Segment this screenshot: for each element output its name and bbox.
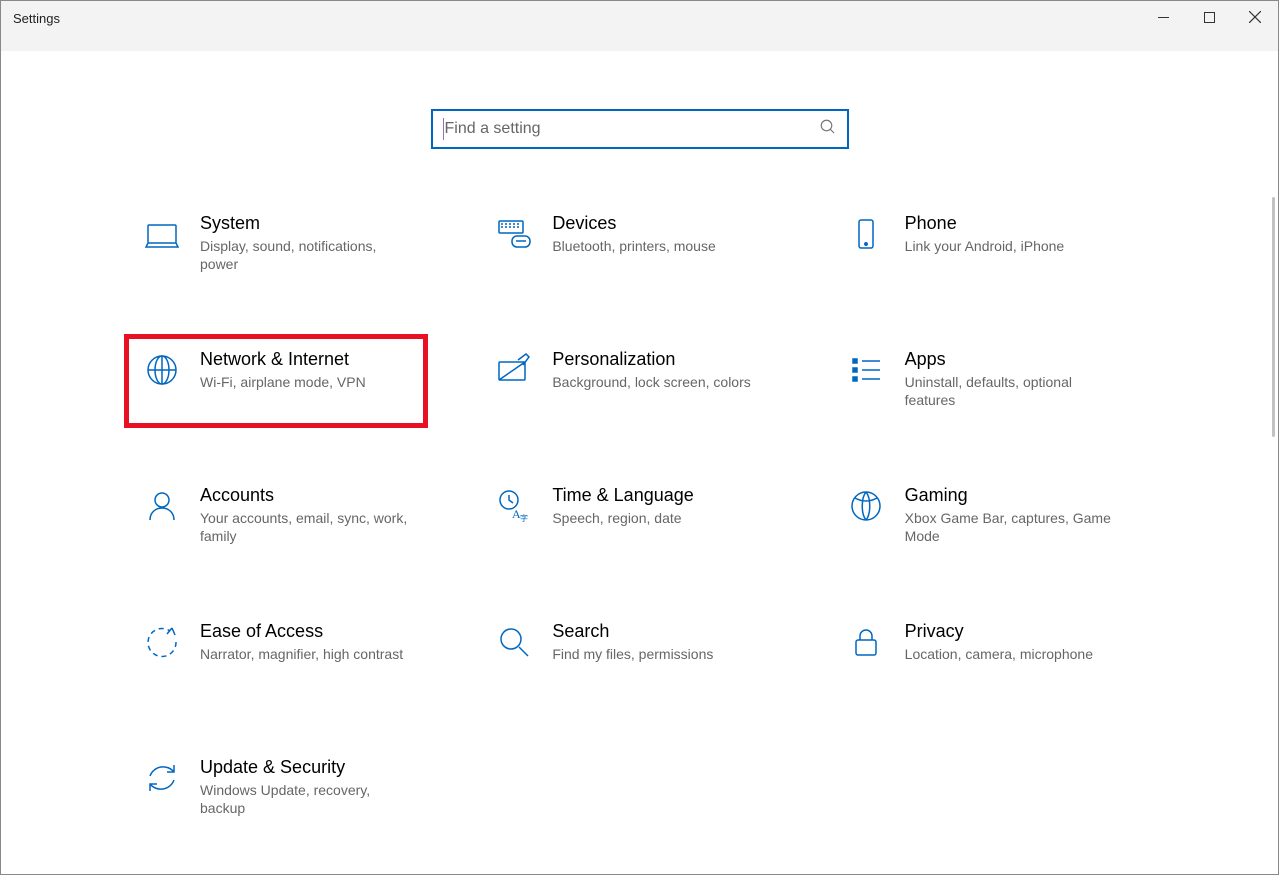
category-title: Privacy — [905, 621, 1093, 643]
minimize-icon — [1158, 12, 1169, 23]
settings-grid: System Display, sound, notifications, po… — [131, 205, 1148, 829]
category-title: Update & Security — [200, 757, 410, 779]
category-title: Apps — [905, 349, 1115, 371]
close-button[interactable] — [1232, 1, 1278, 33]
system-icon — [139, 211, 184, 256]
category-desc: Speech, region, date — [552, 509, 693, 528]
svg-text:字: 字 — [520, 513, 528, 523]
category-desc: Narrator, magnifier, high contrast — [200, 645, 403, 664]
category-privacy[interactable]: Privacy Location, camera, microphone — [836, 613, 1126, 693]
category-ease[interactable]: Ease of Access Narrator, magnifier, high… — [131, 613, 421, 693]
category-title: Search — [552, 621, 713, 643]
category-desc: Find my files, permissions — [552, 645, 713, 664]
apps-icon — [844, 347, 889, 392]
category-desc: Uninstall, defaults, optional features — [905, 373, 1115, 411]
category-title: Ease of Access — [200, 621, 403, 643]
search-box[interactable] — [431, 109, 849, 149]
category-title: Gaming — [905, 485, 1115, 507]
category-update[interactable]: Update & Security Windows Update, recove… — [131, 749, 421, 829]
close-icon — [1249, 11, 1261, 23]
time-icon: A字 — [491, 483, 536, 528]
category-gaming[interactable]: Gaming Xbox Game Bar, captures, Game Mod… — [836, 477, 1126, 557]
category-desc: Background, lock screen, colors — [552, 373, 750, 392]
text-caret — [443, 118, 444, 140]
category-desc: Windows Update, recovery, backup — [200, 781, 410, 819]
settings-window: Settings S — [0, 0, 1279, 875]
scrollbar[interactable] — [1264, 197, 1278, 869]
phone-icon — [844, 211, 889, 256]
caption-buttons — [1140, 1, 1278, 33]
category-title: System — [200, 213, 410, 235]
maximize-button[interactable] — [1186, 1, 1232, 33]
devices-icon — [491, 211, 536, 256]
category-desc: Wi-Fi, airplane mode, VPN — [200, 373, 366, 392]
category-title: Network & Internet — [200, 349, 366, 371]
category-desc: Display, sound, notifications, power — [200, 237, 410, 275]
category-desc: Bluetooth, printers, mouse — [552, 237, 715, 256]
category-accounts[interactable]: Accounts Your accounts, email, sync, wor… — [131, 477, 421, 557]
category-title: Devices — [552, 213, 715, 235]
maximize-icon — [1204, 12, 1215, 23]
category-time[interactable]: A字 Time & Language Speech, region, date — [483, 477, 773, 557]
personalization-icon — [491, 347, 536, 392]
category-desc: Your accounts, email, sync, work, family — [200, 509, 410, 547]
minimize-button[interactable] — [1140, 1, 1186, 33]
category-title: Time & Language — [552, 485, 693, 507]
category-desc: Link your Android, iPhone — [905, 237, 1065, 256]
accounts-icon — [139, 483, 184, 528]
category-desc: Xbox Game Bar, captures, Game Mode — [905, 509, 1115, 547]
window-title: Settings — [13, 1, 60, 26]
update-icon — [139, 755, 184, 800]
category-network[interactable]: Network & Internet Wi-Fi, airplane mode,… — [131, 341, 421, 421]
search-icon — [819, 118, 837, 141]
network-icon — [139, 347, 184, 392]
category-apps[interactable]: Apps Uninstall, defaults, optional featu… — [836, 341, 1126, 421]
category-title: Personalization — [552, 349, 750, 371]
scrollbar-thumb[interactable] — [1272, 197, 1275, 437]
privacy-icon — [844, 619, 889, 664]
titlebar: Settings — [1, 1, 1278, 51]
category-search[interactable]: Search Find my files, permissions — [483, 613, 773, 693]
category-system[interactable]: System Display, sound, notifications, po… — [131, 205, 421, 285]
category-devices[interactable]: Devices Bluetooth, printers, mouse — [483, 205, 773, 285]
search-container — [1, 109, 1278, 149]
category-title: Phone — [905, 213, 1065, 235]
search-category-icon — [491, 619, 536, 664]
category-personalization[interactable]: Personalization Background, lock screen,… — [483, 341, 773, 421]
search-input[interactable] — [443, 119, 813, 139]
category-desc: Location, camera, microphone — [905, 645, 1093, 664]
category-phone[interactable]: Phone Link your Android, iPhone — [836, 205, 1126, 285]
category-title: Accounts — [200, 485, 410, 507]
gaming-icon — [844, 483, 889, 528]
ease-icon — [139, 619, 184, 664]
